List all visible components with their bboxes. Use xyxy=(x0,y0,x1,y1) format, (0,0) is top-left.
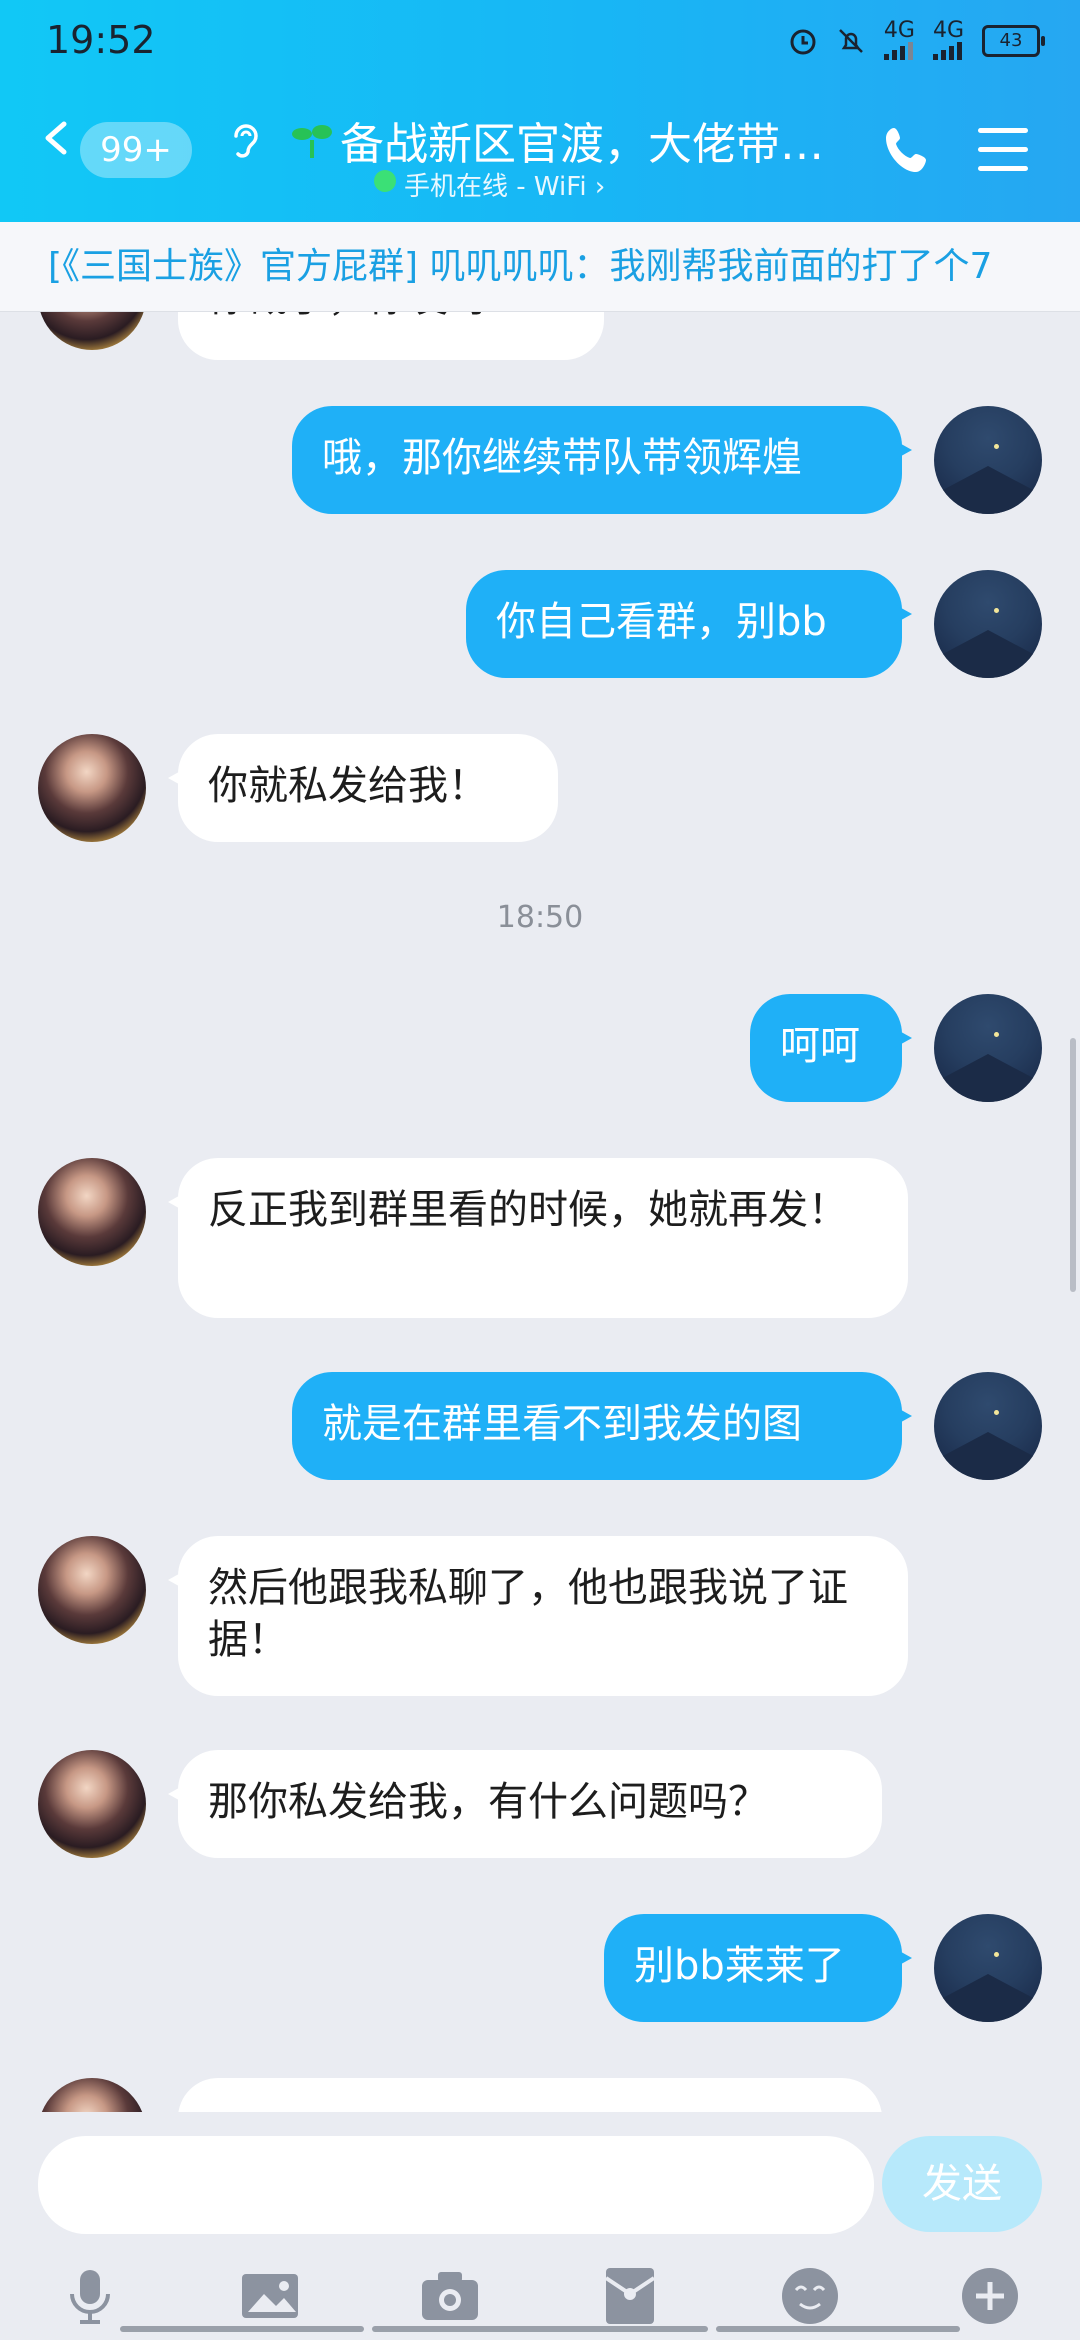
contact-avatar[interactable] xyxy=(38,734,146,842)
chat-title[interactable]: 备战新区官渡，大佬带… xyxy=(340,108,850,172)
contact-avatar[interactable] xyxy=(38,1158,146,1266)
camera-icon[interactable] xyxy=(418,2264,482,2328)
gesture-bar xyxy=(120,2326,364,2332)
image-icon[interactable] xyxy=(238,2264,302,2328)
contact-avatar[interactable] xyxy=(38,312,146,350)
message-timestamp: 18:50 xyxy=(496,900,584,935)
online-dot-icon xyxy=(374,170,396,192)
plus-icon[interactable] xyxy=(958,2264,1022,2328)
emoji-icon[interactable] xyxy=(778,2264,842,2328)
online-status-text: 手机在线 - WiFi › xyxy=(404,172,606,202)
signal-1: 4G xyxy=(883,18,915,60)
online-status[interactable]: 手机在线 - WiFi › xyxy=(374,166,606,203)
network-label-1: 4G xyxy=(883,18,915,43)
contact-avatar[interactable] xyxy=(38,1536,146,1644)
menu-icon[interactable] xyxy=(978,128,1028,172)
unread-badge[interactable]: 99+ xyxy=(80,122,192,178)
message-list[interactable]: 你截了，你发呀！ 哦，那你继续带队带领辉煌 你自己看群，别bb 你就私发给我！ … xyxy=(0,312,1080,2112)
alarm-icon xyxy=(790,29,816,55)
contact-avatar[interactable] xyxy=(38,2078,146,2112)
message-bubble[interactable]: 反正我到群里看的时候，她就再发！ xyxy=(168,1158,908,1318)
message-bubble[interactable]: 哦，那你继续带队带领辉煌 xyxy=(292,406,912,514)
gesture-bar xyxy=(716,2326,960,2332)
send-button[interactable]: 发送 xyxy=(882,2136,1042,2232)
status-time: 19:52 xyxy=(46,18,156,62)
network-label-2: 4G xyxy=(932,18,964,43)
phone-icon[interactable] xyxy=(884,124,932,176)
microphone-icon[interactable] xyxy=(58,2264,122,2328)
group-notice[interactable]: [《三国士族》官方屁群] 叽叽叽叽：我刚帮我前面的打了个7 xyxy=(0,222,1080,312)
user-avatar[interactable] xyxy=(934,570,1042,678)
message-bubble-partial[interactable] xyxy=(178,2078,882,2112)
message-bubble[interactable]: 你就私发给我！ xyxy=(168,734,558,842)
toolbar xyxy=(0,2264,1080,2328)
scrollbar[interactable] xyxy=(1070,1038,1076,1292)
red-packet-icon[interactable] xyxy=(598,2264,662,2328)
user-avatar[interactable] xyxy=(934,1372,1042,1480)
gesture-bar xyxy=(372,2326,708,2332)
user-avatar[interactable] xyxy=(934,994,1042,1102)
battery-icon: 43 xyxy=(982,25,1045,57)
user-avatar[interactable] xyxy=(934,406,1042,514)
message-bubble[interactable]: 就是在群里看不到我发的图 xyxy=(292,1372,912,1480)
message-bubble[interactable]: 那你私发给我，有什么问题吗？ xyxy=(168,1750,882,1858)
message-bubble[interactable]: 呵呵 xyxy=(750,994,912,1102)
signal-2: 4G xyxy=(932,18,964,60)
input-bar: 发送 xyxy=(0,2112,1080,2340)
chat-header: 19:52 4G 4G 43 99+ 备战新区官渡，大佬带… 手机在线 - Wi… xyxy=(0,0,1080,222)
user-avatar[interactable] xyxy=(934,1914,1042,2022)
status-icons: 4G 4G 43 xyxy=(788,18,1045,60)
message-bubble[interactable]: 你截了，你发呀！ xyxy=(178,312,604,360)
mute-icon xyxy=(839,29,863,53)
contact-avatar[interactable] xyxy=(38,1750,146,1858)
message-bubble[interactable]: 你自己看群，别bb xyxy=(466,570,912,678)
back-icon[interactable] xyxy=(38,120,74,156)
message-bubble[interactable]: 别bb莱莱了 xyxy=(604,1914,912,2022)
ear-icon[interactable] xyxy=(228,120,264,164)
message-input[interactable] xyxy=(38,2136,874,2234)
message-bubble[interactable]: 然后他跟我私聊了，他也跟我说了证据！ xyxy=(168,1536,908,1696)
sprout-icon xyxy=(292,125,332,158)
